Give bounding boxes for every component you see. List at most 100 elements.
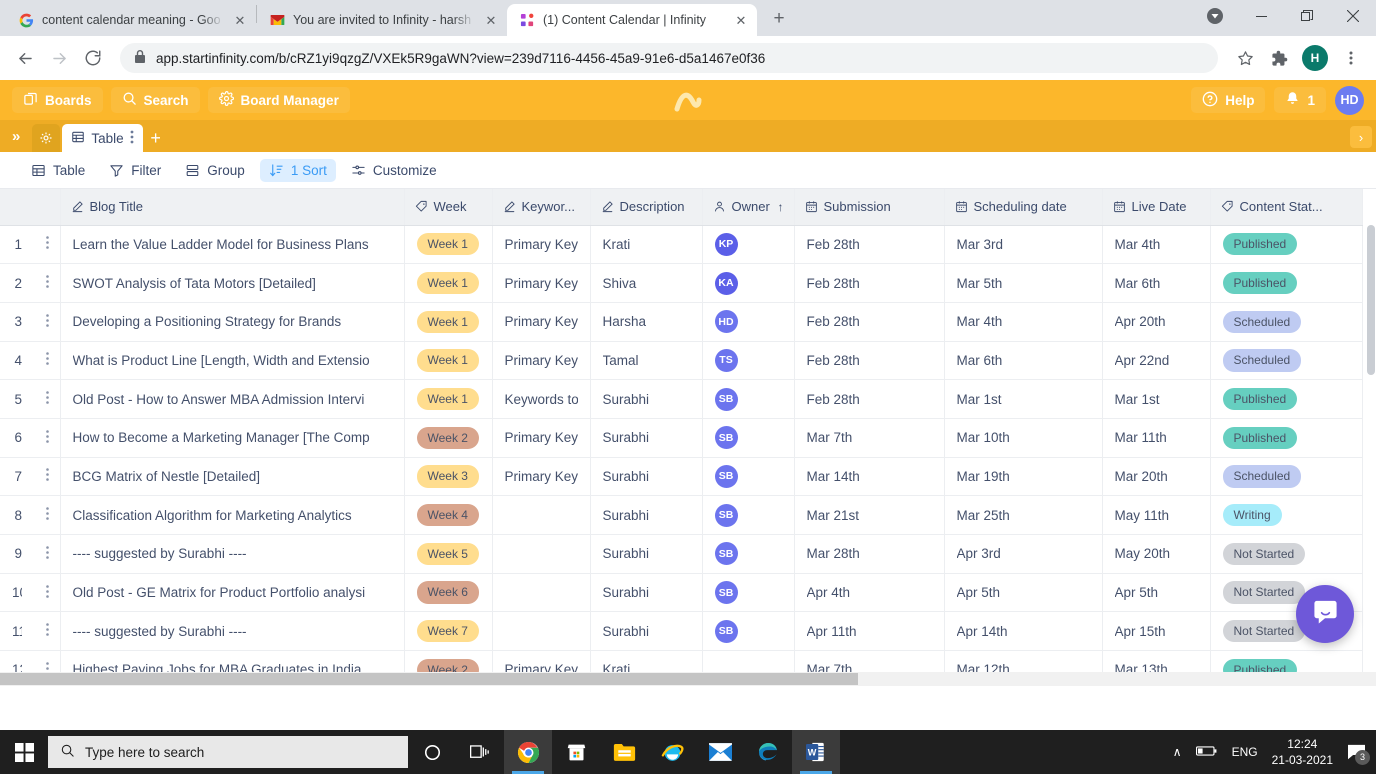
row-menu-icon[interactable] <box>46 236 49 252</box>
column-header-submission[interactable]: Submission <box>794 189 945 226</box>
address-bar[interactable]: app.startinfinity.com/b/cRZ1yi9qzgZ/VXEk… <box>120 43 1218 73</box>
cell-submission-date[interactable]: Mar 21st <box>794 495 945 535</box>
view-tab-menu-icon[interactable] <box>130 130 134 146</box>
action-center-icon[interactable]: 3 <box>1347 744 1370 765</box>
toolbar-group-button[interactable]: Group <box>176 159 254 182</box>
cell-description[interactable]: Surabhi <box>590 534 703 574</box>
table-row[interactable]: 10 Old Post - GE Matrix for Product Portf… <box>0 573 1363 613</box>
maximize-button[interactable] <box>1284 0 1330 32</box>
cell-owner[interactable]: KA <box>702 263 795 303</box>
cell-week[interactable]: Week 1 <box>404 379 493 419</box>
cell-owner[interactable]: SB <box>702 611 795 652</box>
cell-keyword[interactable]: Primary Keyw <box>492 225 591 265</box>
cell-blog-title[interactable]: Old Post - GE Matrix for Product Portfol… <box>60 573 405 613</box>
extensions-puzzle-icon[interactable] <box>1264 43 1294 73</box>
windows-start-button[interactable] <box>0 730 48 774</box>
cell-scheduling-date[interactable]: Mar 10th <box>944 418 1103 458</box>
cell-description[interactable]: Surabhi <box>590 495 703 535</box>
table-row[interactable]: 6 How to Become a Marketing Manager [The … <box>0 418 1363 458</box>
cell-content-status[interactable]: Scheduled <box>1210 457 1363 497</box>
task-view-icon[interactable] <box>456 730 504 774</box>
file-explorer-icon[interactable] <box>600 730 648 774</box>
cell-week[interactable]: Week 4 <box>404 495 493 535</box>
browser-tab-0[interactable]: content calendar meaning - Goo ✕ <box>6 4 256 36</box>
row-handle[interactable] <box>34 534 61 574</box>
row-menu-icon[interactable] <box>46 352 49 368</box>
cell-keyword[interactable] <box>492 495 591 535</box>
cell-owner[interactable]: SB <box>702 418 795 458</box>
cell-content-status[interactable]: Published <box>1210 379 1363 419</box>
cell-owner[interactable]: TS <box>702 341 795 381</box>
column-header-blog-title[interactable]: Blog Title <box>60 189 405 226</box>
cell-submission-date[interactable]: Feb 28th <box>794 379 945 419</box>
horizontal-scrollbar-thumb[interactable] <box>0 673 858 685</box>
row-menu-icon[interactable] <box>46 507 49 523</box>
table-row[interactable]: 7 BCG Matrix of Nestle [Detailed] Week 3 Pr… <box>0 457 1363 497</box>
cell-owner[interactable]: HD <box>702 302 795 342</box>
table-row[interactable]: 2 SWOT Analysis of Tata Motors [Detailed]… <box>0 263 1363 303</box>
profile-avatar[interactable]: H <box>1302 45 1328 71</box>
cell-live-date[interactable]: Mar 6th <box>1102 263 1211 303</box>
column-header-description[interactable]: Description <box>590 189 703 226</box>
row-menu-icon[interactable] <box>46 313 49 330</box>
cortana-icon[interactable] <box>408 730 456 774</box>
cell-scheduling-date[interactable]: Mar 3rd <box>944 225 1103 265</box>
cell-live-date[interactable]: Apr 15th <box>1102 611 1211 652</box>
cell-scheduling-date[interactable]: Mar 5th <box>944 263 1103 303</box>
cell-scheduling-date[interactable]: Apr 3rd <box>944 534 1103 574</box>
column-header-scheduling-date[interactable]: Scheduling date <box>944 189 1103 226</box>
reload-button[interactable] <box>78 43 108 73</box>
column-header-week[interactable]: Week <box>404 189 493 226</box>
tab-close-icon[interactable]: ✕ <box>232 12 248 28</box>
cell-week[interactable]: Week 1 <box>404 225 493 265</box>
cell-submission-date[interactable]: Feb 28th <box>794 302 945 342</box>
tab-close-icon[interactable]: ✕ <box>733 12 749 28</box>
table-row[interactable]: 5 Old Post - How to Answer MBA Admission … <box>0 379 1363 419</box>
cell-live-date[interactable]: Mar 1st <box>1102 379 1211 419</box>
cell-blog-title[interactable]: Classification Algorithm for Marketing A… <box>60 495 405 535</box>
cell-content-status[interactable]: Published <box>1210 418 1363 458</box>
cell-submission-date[interactable]: Apr 11th <box>794 611 945 652</box>
cell-description[interactable]: Surabhi <box>590 457 703 497</box>
row-handle[interactable] <box>34 418 61 458</box>
cell-scheduling-date[interactable]: Mar 6th <box>944 341 1103 381</box>
cell-blog-title[interactable]: ---- suggested by Surabhi ---- <box>60 611 405 652</box>
cell-scheduling-date[interactable]: Apr 5th <box>944 573 1103 613</box>
forward-button[interactable] <box>44 43 74 73</box>
cell-submission-date[interactable]: Apr 4th <box>794 573 945 613</box>
cell-owner[interactable]: SB <box>702 573 795 613</box>
tab-close-icon[interactable]: ✕ <box>483 12 499 28</box>
cell-live-date[interactable]: May 11th <box>1102 495 1211 535</box>
cell-owner[interactable]: SB <box>702 379 795 419</box>
cell-live-date[interactable]: Mar 4th <box>1102 225 1211 265</box>
cell-live-date[interactable]: May 20th <box>1102 534 1211 574</box>
cell-submission-date[interactable]: Mar 28th <box>794 534 945 574</box>
cell-week[interactable]: Week 1 <box>404 341 493 381</box>
cell-submission-date[interactable]: Feb 28th <box>794 341 945 381</box>
row-menu-icon[interactable] <box>46 623 49 639</box>
microsoft-store-icon[interactable] <box>552 730 600 774</box>
row-handle[interactable] <box>34 379 61 419</box>
row-handle[interactable] <box>34 263 61 303</box>
table-row[interactable]: 4 What is Product Line [Length, Width and… <box>0 341 1363 381</box>
word-icon[interactable]: W <box>792 730 840 774</box>
cell-keyword[interactable]: Primary Keyw <box>492 302 591 342</box>
cell-keyword[interactable]: Primary Keyw <box>492 457 591 497</box>
tray-language[interactable]: ENG <box>1232 745 1258 759</box>
add-view-button[interactable]: + <box>143 124 169 152</box>
cell-live-date[interactable]: Apr 5th <box>1102 573 1211 613</box>
cell-blog-title[interactable]: What is Product Line [Length, Width and … <box>60 341 405 381</box>
cell-keyword[interactable] <box>492 534 591 574</box>
toolbar-customize-button[interactable]: Customize <box>342 159 446 182</box>
chrome-menu-icon[interactable] <box>1336 43 1366 73</box>
cell-keyword[interactable]: Keywords to <box>492 379 591 419</box>
cell-submission-date[interactable]: Mar 7th <box>794 418 945 458</box>
toolbar-sort-button[interactable]: 1 Sort <box>259 158 336 182</box>
cell-week[interactable]: Week 6 <box>404 573 493 613</box>
row-menu-icon[interactable] <box>46 391 49 407</box>
bookmark-star-icon[interactable] <box>1230 43 1260 73</box>
column-header-content-stat[interactable]: Content Stat... <box>1210 189 1363 226</box>
column-header-owner[interactable]: Owner ↑ <box>702 189 795 226</box>
cell-blog-title[interactable]: ---- suggested by Surabhi ---- <box>60 534 405 574</box>
cell-submission-date[interactable]: Feb 28th <box>794 225 945 265</box>
